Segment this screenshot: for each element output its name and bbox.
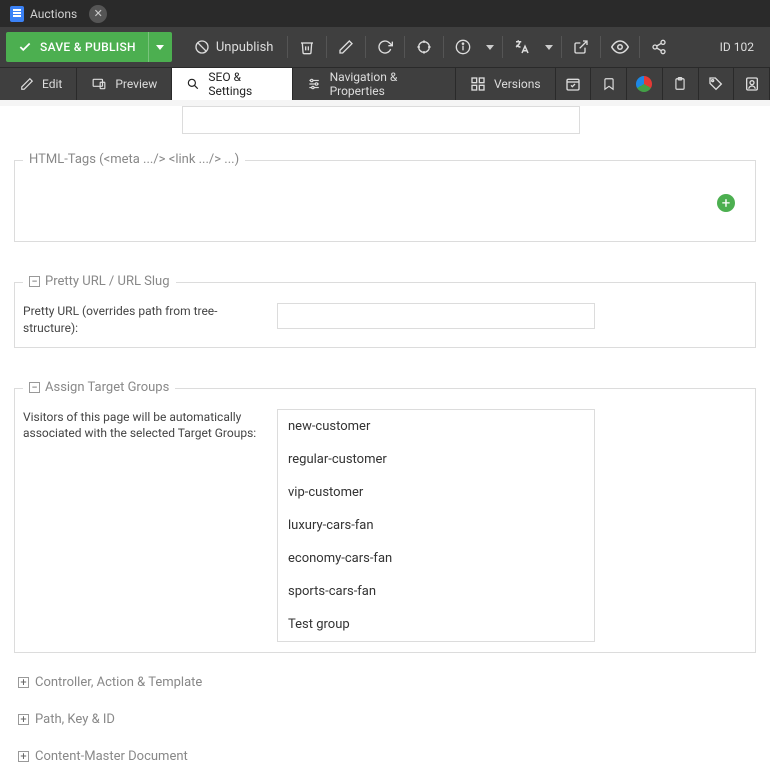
- unpublish-label: Unpublish: [216, 40, 274, 55]
- share-button[interactable]: [642, 32, 676, 62]
- external-link-icon: [573, 39, 589, 55]
- target-groups-listbox[interactable]: new-customerregular-customervip-customer…: [277, 409, 595, 642]
- pencil-icon: [338, 39, 354, 55]
- tab-seo-settings[interactable]: SEO & Settings: [172, 68, 293, 100]
- legend-target-groups-text: Assign Target Groups: [45, 380, 169, 395]
- document-tab[interactable]: Auctions ✕: [4, 1, 113, 27]
- info-button[interactable]: [446, 32, 480, 62]
- reload-icon: [377, 39, 393, 55]
- tab-versions-label: Versions: [494, 77, 541, 91]
- save-dropdown-button[interactable]: [148, 32, 172, 62]
- tab-notes[interactable]: [663, 68, 699, 100]
- legend-target-groups: − Assign Target Groups: [23, 380, 175, 395]
- tab-title: Auctions: [30, 7, 77, 21]
- document-tab-bar: Auctions ✕: [0, 0, 770, 27]
- sliders-icon: [307, 76, 321, 92]
- tab-edit[interactable]: Edit: [6, 68, 77, 100]
- target-group-option[interactable]: sports-cars-fan: [278, 575, 594, 608]
- section-content-master-label: Content-Master Document: [35, 749, 188, 764]
- reload-button[interactable]: [368, 32, 402, 62]
- document-id: ID 102: [720, 40, 754, 54]
- prohibit-icon: [194, 39, 210, 55]
- target-groups-desc: Visitors of this page will be automatica…: [23, 409, 263, 443]
- main-toolbar: SAVE & PUBLISH Unpublish ID 102: [0, 27, 770, 67]
- pretty-url-label: Pretty URL (overrides path from tree-str…: [23, 303, 263, 337]
- tab-preview[interactable]: Preview: [77, 68, 172, 100]
- add-html-tag-button[interactable]: +: [717, 194, 735, 212]
- section-path-key-id[interactable]: + Path, Key & ID: [0, 690, 770, 727]
- preview-eye-button[interactable]: [603, 32, 637, 62]
- expand-icon[interactable]: +: [18, 677, 29, 688]
- delete-button[interactable]: [290, 32, 324, 62]
- chevron-down-icon: [156, 45, 164, 50]
- save-publish-label: SAVE & PUBLISH: [40, 40, 136, 54]
- section-controller-label: Controller, Action & Template: [35, 675, 202, 690]
- tab-tags[interactable]: [699, 68, 735, 100]
- unpublish-button[interactable]: Unpublish: [182, 32, 286, 62]
- info-icon: [455, 39, 471, 55]
- bookmark-icon: [602, 76, 616, 92]
- upper-input-box[interactable]: [182, 106, 580, 134]
- tab-schedule[interactable]: [556, 68, 592, 100]
- devices-icon: [91, 77, 107, 91]
- collapse-icon[interactable]: −: [29, 382, 40, 393]
- tab-bookmark[interactable]: [591, 68, 627, 100]
- tab-navigation-properties[interactable]: Navigation & Properties: [293, 68, 456, 100]
- trash-icon: [299, 39, 315, 55]
- tab-edit-label: Edit: [42, 77, 62, 91]
- fieldset-pretty-url: − Pretty URL / URL Slug Pretty URL (over…: [14, 282, 756, 348]
- tab-seo-label: SEO & Settings: [208, 70, 278, 98]
- fieldset-target-groups: − Assign Target Groups Visitors of this …: [14, 388, 756, 653]
- section-path-label: Path, Key & ID: [35, 712, 115, 727]
- translate-dropdown[interactable]: [539, 32, 559, 62]
- content-area: HTML-Tags (<meta .../> <link .../> ...) …: [0, 106, 770, 784]
- wrench-search-icon: [186, 76, 200, 92]
- close-icon[interactable]: ✕: [89, 5, 107, 23]
- check-icon: [18, 40, 32, 54]
- chevron-down-icon: [545, 45, 553, 50]
- section-content-master[interactable]: + Content-Master Document: [0, 727, 770, 764]
- document-icon: [10, 6, 24, 22]
- legend-html-tags-text: HTML-Tags (<meta .../> <link .../> ...): [29, 152, 239, 167]
- legend-pretty-url-text: Pretty URL / URL Slug: [45, 274, 170, 289]
- expand-icon[interactable]: +: [18, 714, 29, 725]
- chevron-down-icon: [486, 45, 494, 50]
- document-subnav: Edit Preview SEO & Settings Navigation &…: [0, 67, 770, 100]
- pencil-icon: [20, 77, 34, 91]
- target-group-option[interactable]: new-customer: [278, 410, 594, 443]
- open-external-button[interactable]: [564, 32, 598, 62]
- tab-nav-label: Navigation & Properties: [330, 70, 441, 98]
- eye-icon: [611, 38, 629, 56]
- target-button[interactable]: [407, 32, 441, 62]
- share-icon: [651, 39, 667, 55]
- legend-pretty-url: − Pretty URL / URL Slug: [23, 274, 176, 289]
- grid-icon: [470, 76, 486, 92]
- target-group-option[interactable]: luxury-cars-fan: [278, 509, 594, 542]
- section-controller[interactable]: + Controller, Action & Template: [0, 653, 770, 690]
- translate-icon: [513, 38, 531, 56]
- target-group-option[interactable]: Test group: [278, 608, 594, 641]
- tab-versions[interactable]: Versions: [456, 68, 556, 100]
- clipboard-icon: [673, 76, 687, 92]
- target-group-option[interactable]: vip-customer: [278, 476, 594, 509]
- fieldset-html-tags: HTML-Tags (<meta .../> <link .../> ...) …: [14, 160, 756, 242]
- info-dropdown[interactable]: [480, 32, 500, 62]
- legend-html-tags: HTML-Tags (<meta .../> <link .../> ...): [23, 152, 245, 167]
- target-group-option[interactable]: economy-cars-fan: [278, 542, 594, 575]
- tag-icon: [708, 76, 724, 92]
- rgb-circle-icon: [636, 76, 652, 92]
- target-group-option[interactable]: regular-customer: [278, 443, 594, 476]
- user-badge-icon: [744, 76, 760, 92]
- target-icon: [416, 39, 432, 55]
- tab-preview-label: Preview: [115, 77, 157, 91]
- translate-button[interactable]: [505, 32, 539, 62]
- tab-users[interactable]: [734, 68, 770, 100]
- collapse-icon[interactable]: −: [29, 276, 40, 287]
- tab-targeting[interactable]: [627, 68, 663, 100]
- calendar-check-icon: [565, 76, 581, 92]
- save-publish-button[interactable]: SAVE & PUBLISH: [6, 32, 148, 62]
- pretty-url-input[interactable]: [277, 303, 595, 329]
- expand-icon[interactable]: +: [18, 751, 29, 762]
- rename-button[interactable]: [329, 32, 363, 62]
